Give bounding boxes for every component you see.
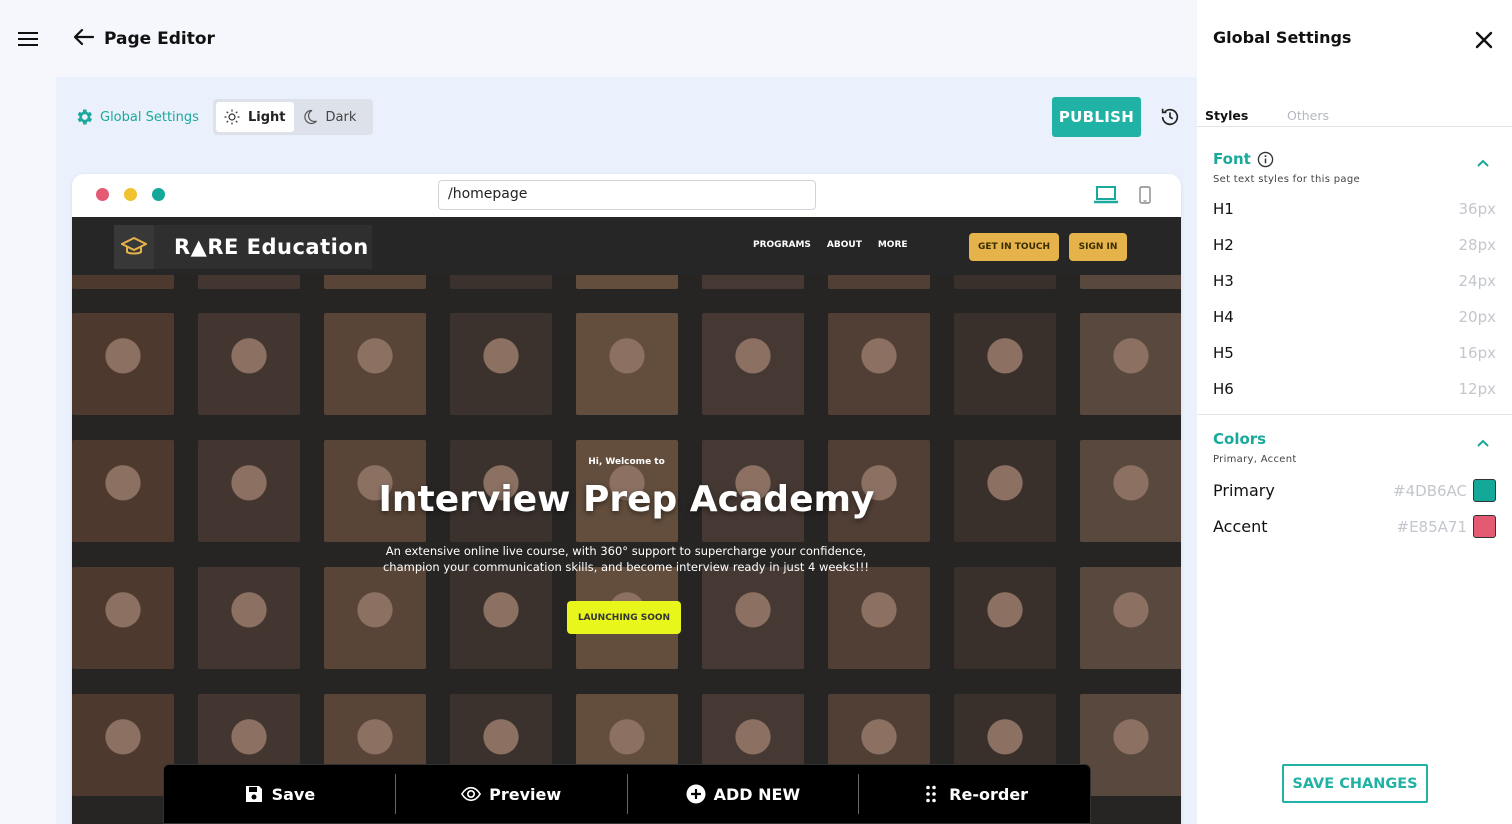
font-row-h1[interactable]: H1 36px [1213, 200, 1496, 218]
browser-preview: /homepage R▲RE Education PROGRAMS ABOUT … [72, 174, 1181, 824]
accent-color-swatch[interactable] [1473, 515, 1496, 538]
global-settings-label: Global Settings [100, 109, 199, 125]
eye-icon [461, 786, 482, 802]
save-button[interactable]: Save [164, 774, 395, 814]
url-input[interactable]: /homepage [438, 180, 816, 210]
site-nav-links: PROGRAMS ABOUT MORE [753, 240, 908, 250]
editor-canvas: Global Settings Light Dark PUBLISH /home… [56, 77, 1197, 824]
font-row-h6[interactable]: H6 12px [1213, 380, 1496, 398]
colors-section-header[interactable]: Colors [1213, 430, 1266, 448]
page-title: Page Editor [104, 29, 215, 49]
color-row-primary[interactable]: Primary #4DB6AC [1213, 479, 1496, 502]
panel-tabs: Styles Others [1197, 104, 1512, 127]
site-preview: R▲RE Education PROGRAMS ABOUT MORE GET I… [72, 217, 1181, 824]
nav-about[interactable]: ABOUT [827, 240, 862, 250]
global-settings-link[interactable]: Global Settings [74, 107, 199, 127]
font-section-subtitle: Set text styles for this page [1213, 174, 1360, 185]
graduation-cap-icon [114, 225, 154, 269]
gear-icon [77, 109, 92, 125]
window-dot-green [152, 188, 165, 201]
editor-action-bar: Save Preview ADD NEW Re-order [163, 764, 1091, 824]
mobile-device-icon[interactable] [1139, 186, 1151, 204]
drag-handle-icon [926, 785, 936, 803]
hero-title: Interview Prep Academy [378, 479, 875, 520]
tab-others[interactable]: Others [1287, 108, 1329, 123]
hero-overlay [72, 217, 1181, 824]
get-in-touch-button[interactable]: GET IN TOUCH [969, 233, 1059, 261]
font-row-h5[interactable]: H5 16px [1213, 344, 1496, 362]
font-row-h2[interactable]: H2 28px [1213, 236, 1496, 254]
tab-styles[interactable]: Styles [1205, 108, 1248, 123]
hero-pretitle: Hi, Welcome to [588, 457, 665, 467]
chevron-up-icon[interactable] [1476, 158, 1490, 168]
font-section-header[interactable]: Font [1213, 150, 1274, 168]
window-dot-yellow [124, 188, 137, 201]
section-divider [1197, 414, 1512, 415]
site-navbar: R▲RE Education PROGRAMS ABOUT MORE GET I… [72, 217, 1181, 275]
site-logo[interactable]: R▲RE Education [114, 225, 372, 269]
publish-button[interactable]: PUBLISH [1052, 97, 1141, 137]
theme-dark-option[interactable]: Dark [294, 102, 365, 132]
close-icon[interactable] [1474, 30, 1494, 50]
sun-icon [224, 109, 240, 125]
reorder-button[interactable]: Re-order [858, 774, 1090, 814]
colors-section-subtitle: Primary, Accent [1213, 454, 1297, 465]
font-row-h4[interactable]: H4 20px [1213, 308, 1496, 326]
info-icon[interactable] [1257, 151, 1274, 168]
launching-soon-button[interactable]: LAUNCHING SOON [567, 601, 681, 634]
window-dot-red [96, 188, 109, 201]
font-row-h3[interactable]: H3 24px [1213, 272, 1496, 290]
global-settings-panel: Global Settings Styles Others Font Set t… [1197, 0, 1512, 824]
primary-color-swatch[interactable] [1473, 479, 1496, 502]
nav-more[interactable]: MORE [878, 240, 908, 250]
site-brand-name: R▲RE Education [174, 235, 369, 259]
add-new-button[interactable]: ADD NEW [626, 774, 859, 814]
preview-button[interactable]: Preview [394, 774, 627, 814]
plus-circle-icon [686, 784, 706, 804]
color-row-accent[interactable]: Accent #E85A71 [1213, 515, 1496, 538]
panel-title: Global Settings [1213, 28, 1352, 47]
back-arrow-icon[interactable] [73, 28, 95, 50]
floppy-disk-icon [245, 786, 262, 802]
page-header: Page Editor [73, 28, 215, 50]
theme-light-option[interactable]: Light [216, 102, 294, 132]
window-dots [96, 188, 165, 201]
desktop-device-icon[interactable] [1094, 185, 1118, 205]
nav-programs[interactable]: PROGRAMS [753, 240, 811, 250]
save-changes-button[interactable]: SAVE CHANGES [1282, 764, 1428, 803]
sign-in-button[interactable]: SIGN IN [1069, 233, 1127, 261]
menu-icon[interactable] [18, 32, 38, 48]
chevron-up-icon[interactable] [1476, 438, 1490, 448]
history-icon[interactable] [1159, 106, 1181, 128]
theme-toggle[interactable]: Light Dark [213, 99, 373, 135]
moon-icon [303, 109, 317, 125]
hero-description: An extensive online live course, with 36… [382, 544, 869, 574]
